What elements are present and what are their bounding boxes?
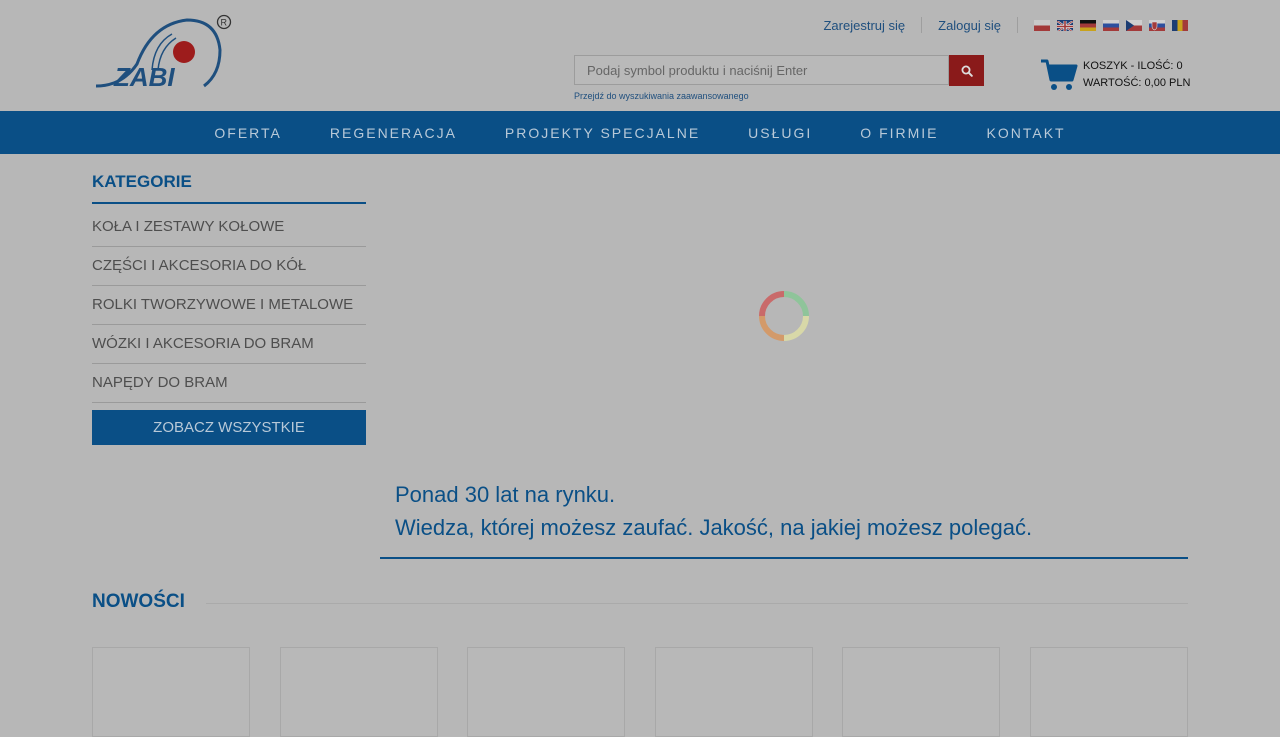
flag-sk-icon[interactable] <box>1149 19 1165 31</box>
tagline: Ponad 30 lat na rynku. Wiedza, której mo… <box>395 478 1032 544</box>
search-input[interactable] <box>575 56 948 84</box>
product-card[interactable] <box>1030 647 1188 737</box>
nav-item-o-firmie[interactable]: O FIRMIE <box>860 125 938 141</box>
loading-spinner-icon <box>757 289 811 343</box>
language-flags <box>1034 19 1188 31</box>
nav-item-uslugi[interactable]: USŁUGI <box>748 125 812 141</box>
logo-text: ZABI <box>113 62 175 92</box>
product-card[interactable] <box>92 647 250 737</box>
search-button[interactable] <box>949 55 984 86</box>
product-card[interactable] <box>842 647 1000 737</box>
cart-icon[interactable] <box>1040 58 1078 92</box>
categories-title: KATEGORIE <box>92 172 192 191</box>
flag-pl-icon[interactable] <box>1034 19 1050 31</box>
flag-ro-icon[interactable] <box>1172 19 1188 31</box>
flag-cz-icon[interactable] <box>1126 19 1142 31</box>
svg-text:R: R <box>221 18 228 28</box>
divider <box>380 557 1188 559</box>
category-item[interactable]: NAPĘDY DO BRAM <box>92 364 366 403</box>
top-links: Zarejestruj się Zaloguj się <box>807 16 1188 34</box>
category-list: KOŁA I ZESTAWY KOŁOWE CZĘŚCI I AKCESORIA… <box>92 208 366 403</box>
divider <box>1017 17 1018 33</box>
category-item[interactable]: KOŁA I ZESTAWY KOŁOWE <box>92 208 366 247</box>
advanced-search-link[interactable]: Przejdź do wyszukiwania zaawansowanego <box>574 91 749 101</box>
product-card[interactable] <box>467 647 625 737</box>
see-all-button[interactable]: ZOBACZ WSZYSTKIE <box>92 410 366 445</box>
nav-item-projekty-specjalne[interactable]: PROJEKTY SPECJALNE <box>505 125 700 141</box>
category-item[interactable]: WÓZKI I AKCESORIA DO BRAM <box>92 325 366 364</box>
divider <box>92 202 366 204</box>
tagline-line1: Ponad 30 lat na rynku. <box>395 482 616 507</box>
cart-quantity: KOSZYK - ILOŚĆ: 0 <box>1083 60 1183 72</box>
tagline-line2: Wiedza, której możesz zaufać. Jakość, na… <box>395 515 1033 540</box>
cart-value: WARTOŚĆ: 0,00 PLN <box>1083 77 1191 89</box>
product-card[interactable] <box>655 647 813 737</box>
nav-item-oferta[interactable]: OFERTA <box>214 125 282 141</box>
register-link[interactable]: Zarejestruj się <box>807 18 921 33</box>
nav-item-kontakt[interactable]: KONTAKT <box>987 125 1066 141</box>
flag-ru-icon[interactable] <box>1103 19 1119 31</box>
cart-summary[interactable]: KOSZYK - ILOŚĆ: 0 WARTOŚĆ: 0,00 PLN <box>1083 58 1190 92</box>
category-item[interactable]: ROLKI TWORZYWOWE I METALOWE <box>92 286 366 325</box>
logo[interactable]: ZABI R <box>92 14 234 92</box>
flag-de-icon[interactable] <box>1080 19 1096 31</box>
product-card[interactable] <box>280 647 438 737</box>
login-link[interactable]: Zaloguj się <box>922 18 1017 33</box>
search-field <box>574 55 949 85</box>
search-icon <box>961 65 973 77</box>
divider <box>206 603 1188 604</box>
category-item[interactable]: CZĘŚCI I AKCESORIA DO KÓŁ <box>92 247 366 286</box>
main-nav: OFERTA REGENERACJA PROJEKTY SPECJALNE US… <box>0 111 1280 154</box>
flag-gb-icon[interactable] <box>1057 19 1073 31</box>
nav-item-regeneracja[interactable]: REGENERACJA <box>330 125 457 141</box>
news-title: NOWOŚCI <box>92 591 185 612</box>
